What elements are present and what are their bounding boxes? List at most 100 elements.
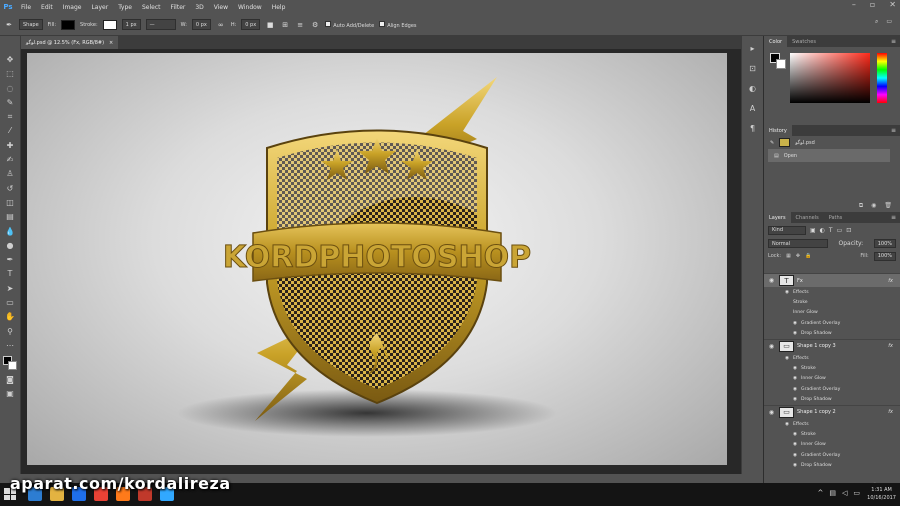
path-selection-tool-icon[interactable]: ➤ <box>3 283 17 294</box>
fx-badge[interactable]: fx <box>888 278 893 284</box>
blend-mode-dropdown[interactable]: Normal <box>768 239 828 248</box>
hue-slider[interactable] <box>877 53 887 103</box>
align-edges-checkbox[interactable] <box>379 20 386 27</box>
lock-all-icon[interactable]: 🔒 <box>805 253 811 259</box>
language-icon[interactable]: ▭ <box>853 489 860 497</box>
layers-menu-icon[interactable]: ≡ <box>891 214 896 221</box>
quick-selection-tool-icon[interactable]: ✎ <box>3 97 17 108</box>
height-field[interactable]: 0 px <box>241 19 261 30</box>
effect-gradient-overlay[interactable]: ◉ Gradient Overlay <box>764 450 900 460</box>
tab-layers[interactable]: Layers <box>764 212 791 223</box>
visibility-eye-icon[interactable]: ◉ <box>767 409 776 416</box>
zoom-tool-icon[interactable]: ⚲ <box>3 326 17 337</box>
minimize-icon[interactable]: – <box>852 0 856 9</box>
effect-stroke[interactable]: Stroke <box>764 297 900 307</box>
color-panel-swatches[interactable] <box>770 53 786 69</box>
visibility-eye-icon[interactable]: ◉ <box>767 277 776 284</box>
layer-shape-1-copy-2[interactable]: ◉ ▭ Shape 1 copy 2 fx <box>764 404 900 419</box>
stroke-width-field[interactable]: 1 px <box>121 19 141 30</box>
eyedropper-tool-icon[interactable]: ⁄ <box>3 125 17 136</box>
pen-tool-icon[interactable]: ✒ <box>3 254 17 265</box>
volume-icon[interactable]: ◁ <box>842 489 847 497</box>
adjustments-icon[interactable]: ◐ <box>747 82 759 94</box>
network-icon[interactable]: ▤ <box>829 489 836 497</box>
opacity-field[interactable]: 100% <box>873 239 896 248</box>
stroke-type-dropdown[interactable]: — <box>145 19 176 30</box>
effect-drop-shadow[interactable]: ◉ Drop Shadow <box>764 460 900 470</box>
fx-badge[interactable]: fx <box>888 343 893 349</box>
effects-header[interactable]: ◉ Effects <box>764 419 900 429</box>
workspace-icon[interactable]: ▭ <box>886 18 892 26</box>
filter-shape-icon[interactable]: ▭ <box>837 227 843 234</box>
fill-field[interactable]: 100% <box>873 251 896 261</box>
path-operations-icon[interactable]: ■ <box>265 20 275 30</box>
menu-filter[interactable]: Filter <box>166 4 191 11</box>
filter-type-icon[interactable]: T <box>829 227 833 234</box>
effect-gradient-overlay[interactable]: ◉ Gradient Overlay <box>764 318 900 328</box>
history-snapshot[interactable]: ✎ لوگو.psd <box>764 136 900 149</box>
menu-3d[interactable]: 3D <box>190 4 208 11</box>
menu-edit[interactable]: Edit <box>36 4 58 11</box>
effect-stroke[interactable]: ◉ Stroke <box>764 429 900 439</box>
effect-inner-glow[interactable]: ◉ Inner Glow <box>764 440 900 450</box>
fill-swatch[interactable] <box>61 19 76 30</box>
effect-drop-shadow[interactable]: ◉ Drop Shadow <box>764 329 900 339</box>
eye-icon[interactable]: ◉ <box>785 422 789 427</box>
effect-inner-glow[interactable]: Inner Glow <box>764 308 900 318</box>
document-tab[interactable]: لوگو.psd @ 12.5% (Fx, RGB/8#) × <box>21 36 119 49</box>
eye-icon[interactable]: ◉ <box>793 321 797 326</box>
panel-arrange-icon[interactable]: ▸ <box>747 42 759 54</box>
width-field[interactable]: 0 px <box>191 19 211 30</box>
link-icon[interactable]: ∞ <box>216 20 226 30</box>
camera-icon[interactable]: ◉ <box>871 202 876 210</box>
more-tools-icon[interactable]: ⋯ <box>3 340 17 351</box>
layer-shape-1-copy-3[interactable]: ◉ ▭ Shape 1 copy 3 fx <box>764 338 900 353</box>
menu-help[interactable]: Help <box>267 4 291 11</box>
menu-type[interactable]: Type <box>113 4 137 11</box>
menu-file[interactable]: File <box>16 4 36 11</box>
effect-gradient-overlay[interactable]: ◉ Gradient Overlay <box>764 384 900 394</box>
panel-background-color[interactable] <box>776 59 786 69</box>
effects-header[interactable]: ◉ Effects <box>764 287 900 297</box>
gradient-tool-icon[interactable]: ▤ <box>3 211 17 222</box>
taskbar-clock[interactable]: 1:31 AM 10/16/2017 <box>867 486 896 502</box>
eye-icon[interactable]: ◉ <box>793 366 797 371</box>
eye-icon[interactable]: ◉ <box>793 442 797 447</box>
paragraph-icon[interactable]: ¶ <box>747 122 759 134</box>
path-arrangement-icon[interactable]: ≡ <box>295 20 305 30</box>
color-swatches[interactable] <box>3 356 17 371</box>
lasso-tool-icon[interactable]: ◌ <box>3 83 17 94</box>
lock-position-icon[interactable]: ✥ <box>796 253 800 259</box>
eye-icon[interactable]: ◉ <box>793 432 797 437</box>
filter-pixel-icon[interactable]: ▣ <box>810 227 816 234</box>
crop-tool-icon[interactable]: ⌗ <box>3 111 17 122</box>
type-tool-icon[interactable]: T <box>3 268 17 279</box>
history-menu-icon[interactable]: ≡ <box>891 127 896 134</box>
tab-swatches[interactable]: Swatches <box>787 36 821 47</box>
align-edges-option[interactable]: Align Edges <box>379 20 417 29</box>
clone-stamp-tool-icon[interactable]: ♙ <box>3 168 17 179</box>
filter-kind-dropdown[interactable]: Kind <box>768 225 806 235</box>
fx-badge[interactable]: fx <box>888 409 893 415</box>
pen-tool-preset-icon[interactable]: ✒ <box>4 20 14 30</box>
eye-icon[interactable]: ◉ <box>793 397 797 402</box>
effect-stroke[interactable]: ◉ Stroke <box>764 363 900 373</box>
background-color[interactable] <box>8 361 17 371</box>
healing-brush-tool-icon[interactable]: ✚ <box>3 140 17 151</box>
eye-icon[interactable]: ◉ <box>793 331 797 336</box>
auto-add-delete-option[interactable]: Auto Add/Delete <box>325 20 374 29</box>
visibility-eye-icon[interactable]: ◉ <box>767 343 776 350</box>
blur-tool-icon[interactable]: 💧 <box>3 226 17 237</box>
gear-icon[interactable]: ⚙ <box>310 20 320 30</box>
effect-drop-shadow[interactable]: ◉ Drop Shadow <box>764 395 900 405</box>
eye-icon[interactable]: ◉ <box>793 387 797 392</box>
menu-view[interactable]: View <box>209 4 233 11</box>
trash-icon[interactable]: 🗑 <box>884 202 892 210</box>
quick-mask-icon[interactable]: ◙ <box>3 374 17 385</box>
tool-mode-dropdown[interactable]: Shape <box>19 19 43 30</box>
layer-fx[interactable]: ◉ T Fx fx <box>764 273 900 287</box>
shape-tool-icon[interactable]: ▭ <box>3 297 17 308</box>
document-canvas[interactable]: KORDPHOTOSHOP <box>27 53 727 465</box>
eye-icon[interactable]: ◉ <box>785 356 789 361</box>
filter-smart-icon[interactable]: ⊡ <box>846 227 851 234</box>
